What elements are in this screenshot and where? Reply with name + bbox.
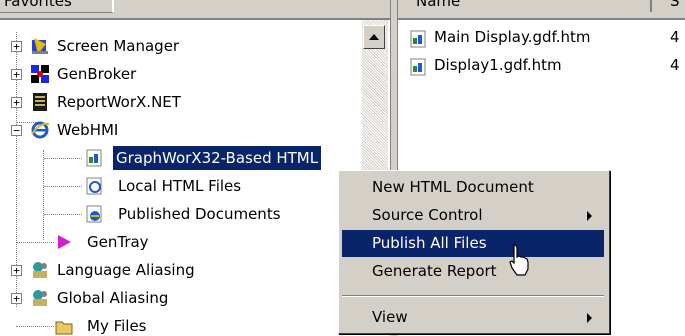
html-file-icon	[86, 177, 102, 195]
menu-separator	[342, 295, 604, 297]
language-aliasing-icon	[33, 262, 47, 278]
tree-item-label: Global Aliasing	[57, 289, 169, 307]
html-document-icon	[410, 58, 426, 76]
genbroker-icon	[31, 65, 49, 83]
tree-item-label: Language Aliasing	[57, 261, 195, 279]
submenu-arrow-icon	[587, 313, 592, 323]
global-aliasing-icon	[33, 290, 47, 306]
tree-item-label: ReportWorX.NET	[57, 93, 181, 111]
scroll-up-button[interactable]	[363, 25, 385, 49]
menu-item-generate-report[interactable]: Generate Report	[342, 258, 604, 285]
file-size: 4	[670, 56, 680, 74]
file-size: 4	[670, 28, 680, 46]
tree-item-label: Published Documents	[118, 205, 281, 223]
tree-item-label: GenTray	[87, 233, 149, 251]
html-document-icon	[86, 149, 102, 167]
reportworx-icon	[33, 93, 47, 111]
context-menu: New HTML Document Source Control Publish…	[338, 170, 610, 334]
menu-item-source-control[interactable]: Source Control	[342, 202, 604, 229]
folder-icon	[55, 321, 73, 335]
file-name: Display1.gdf.htm	[434, 56, 562, 74]
tree-item-label: My Files	[87, 317, 147, 335]
list-column-header: Name S	[398, 0, 685, 18]
expand-icon[interactable]: +	[11, 293, 22, 304]
menu-item-publish-all-files[interactable]: Publish All Files	[342, 230, 604, 257]
gentray-icon	[58, 235, 71, 249]
tree-item-label: Screen Manager	[57, 37, 180, 55]
collapse-icon[interactable]: −	[11, 125, 22, 136]
mouse-pointer-icon	[509, 244, 529, 276]
published-documents-icon	[86, 205, 102, 223]
menu-item-view[interactable]: View	[342, 304, 604, 331]
favorites-tab-label: Favorites	[4, 0, 72, 10]
expand-icon[interactable]: +	[11, 41, 22, 52]
tree-connector	[43, 150, 44, 240]
file-name: Main Display.gdf.htm	[434, 28, 591, 46]
screen-manager-icon	[32, 38, 48, 54]
tree-item-label: WebHMI	[57, 121, 119, 139]
internet-explorer-icon	[31, 121, 50, 139]
menu-item-new-html-document[interactable]: New HTML Document	[342, 174, 604, 201]
tree-item-label-selected: GraphWorX32-Based HTML	[111, 145, 323, 171]
expand-icon[interactable]: +	[11, 69, 22, 80]
tree-item-label: GenBroker	[57, 65, 137, 83]
expand-icon[interactable]: +	[11, 97, 22, 108]
tree-item-label: Local HTML Files	[118, 177, 242, 195]
expand-icon[interactable]: +	[11, 265, 22, 276]
submenu-arrow-icon	[587, 211, 592, 221]
html-document-icon	[410, 30, 426, 48]
column-header-name[interactable]: Name	[398, 0, 652, 12]
tree-view[interactable]: + Screen Manager + GenBroker + ReportWor…	[0, 18, 390, 336]
favorites-tab[interactable]: Favorites	[0, 0, 114, 13]
